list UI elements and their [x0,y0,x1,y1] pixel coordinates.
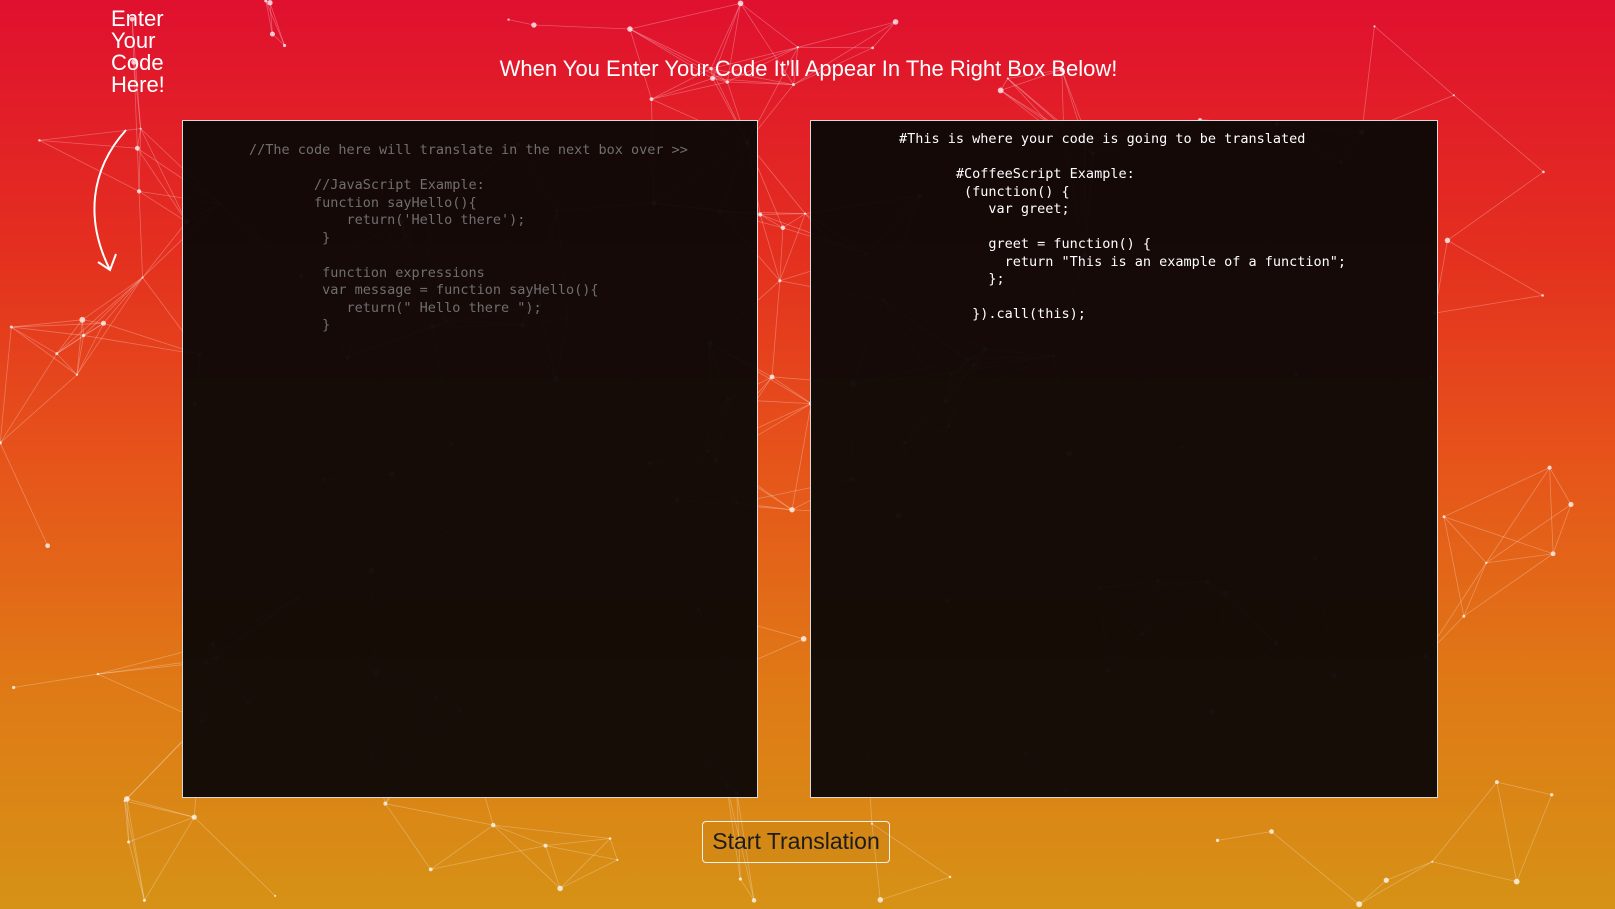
enter-code-hint: Enter Your Code Here! [111,8,201,96]
hint-line: Your [111,28,156,53]
page-headline: When You Enter Your Code It'll Appear In… [0,56,1615,82]
start-translation-button[interactable]: Start Translation [702,821,890,863]
output-code-text[interactable]: #This is where your code is going to be … [899,131,1346,324]
code-input-editor[interactable]: //The code here will translate in the ne… [182,120,758,798]
headline-text: When You Enter Your Code It'll Appear In… [499,56,1118,81]
hint-line: Enter [111,6,164,31]
curved-arrow-icon [93,129,127,272]
translated-output-editor[interactable]: #This is where your code is going to be … [810,120,1438,798]
input-code-text[interactable]: //The code here will translate in the ne… [249,142,688,335]
